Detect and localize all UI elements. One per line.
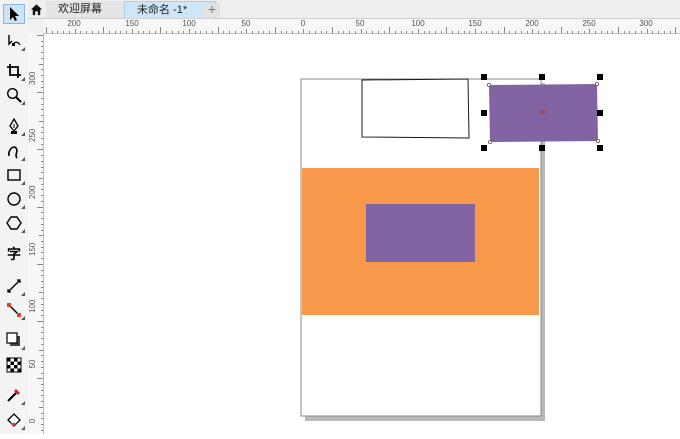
vertical-ruler[interactable]: 300 250 200 150 100 50 0 xyxy=(28,33,44,434)
horizontal-ruler[interactable]: 200 150 100 50 0 50 100 150 200 250 300 xyxy=(44,19,680,34)
ruler-origin-corner[interactable] xyxy=(28,19,45,34)
crop-tool-button[interactable] xyxy=(3,61,25,81)
checker-icon xyxy=(6,357,22,373)
vertical-ruler-label: 200 xyxy=(28,185,37,199)
text-tool-button[interactable]: 字 xyxy=(3,244,25,264)
purple-inner-rectangle[interactable] xyxy=(366,204,475,262)
text-icon: 字 xyxy=(7,246,21,262)
polygon-tool-button[interactable] xyxy=(3,213,25,233)
fill-tool-button[interactable] xyxy=(3,410,25,430)
horizontal-ruler-label: 0 xyxy=(300,19,306,28)
outline-rectangle[interactable] xyxy=(361,78,470,139)
pen-tool-button[interactable] xyxy=(3,116,25,136)
vertical-ruler-label: 50 xyxy=(28,359,37,369)
toolbox: 字 xyxy=(0,0,29,434)
vertical-ruler-label: 250 xyxy=(28,128,37,142)
artistic-media-tool-button[interactable] xyxy=(3,141,25,161)
vertical-ruler-label: 100 xyxy=(28,299,37,313)
tab-untitled-document[interactable]: 未命名 -1* xyxy=(124,1,216,18)
horizontal-ruler-label: 50 xyxy=(241,19,251,28)
drop-shadow-tool-button[interactable] xyxy=(3,330,25,350)
home-button[interactable] xyxy=(28,0,44,18)
horizontal-ruler-label: 150 xyxy=(125,19,139,28)
horizontal-ruler-label: 250 xyxy=(582,19,596,28)
home-icon xyxy=(30,3,42,15)
horizontal-ruler-label: 100 xyxy=(411,19,425,28)
vertical-ruler-label: 300 xyxy=(28,71,37,85)
horizontal-ruler-label: 200 xyxy=(67,19,81,28)
pick-tool-button[interactable] xyxy=(3,4,25,24)
vertical-ruler-label: 0 xyxy=(28,418,37,424)
zoom-tool-button[interactable] xyxy=(3,85,25,105)
horizontal-ruler-label: 300 xyxy=(639,19,653,28)
shape-tool-button[interactable] xyxy=(3,31,25,51)
tab-welcome-screen[interactable]: 欢迎屏幕 xyxy=(46,1,134,18)
rectangle-tool-button[interactable] xyxy=(3,165,25,185)
horizontal-ruler-label: 100 xyxy=(182,19,196,28)
vertical-ruler-label: 150 xyxy=(28,242,37,256)
dimension-tool-button[interactable] xyxy=(3,276,25,296)
add-tab-button[interactable]: + xyxy=(204,2,220,17)
document-tab-bar: 欢迎屏幕 未命名 -1* + xyxy=(28,0,680,19)
canvas-drawing xyxy=(300,74,603,421)
transparency-tool-button[interactable] xyxy=(3,355,25,375)
ellipse-tool-button[interactable] xyxy=(3,189,25,209)
horizontal-ruler-label: 150 xyxy=(468,19,482,28)
arrow-pointer-icon xyxy=(10,7,19,21)
horizontal-ruler-label: 50 xyxy=(355,19,365,28)
horizontal-ruler-label: 200 xyxy=(525,19,539,28)
drawing-canvas[interactable] xyxy=(44,34,680,434)
eyedropper-tool-button[interactable] xyxy=(3,385,25,405)
connector-tool-button[interactable] xyxy=(3,300,25,320)
